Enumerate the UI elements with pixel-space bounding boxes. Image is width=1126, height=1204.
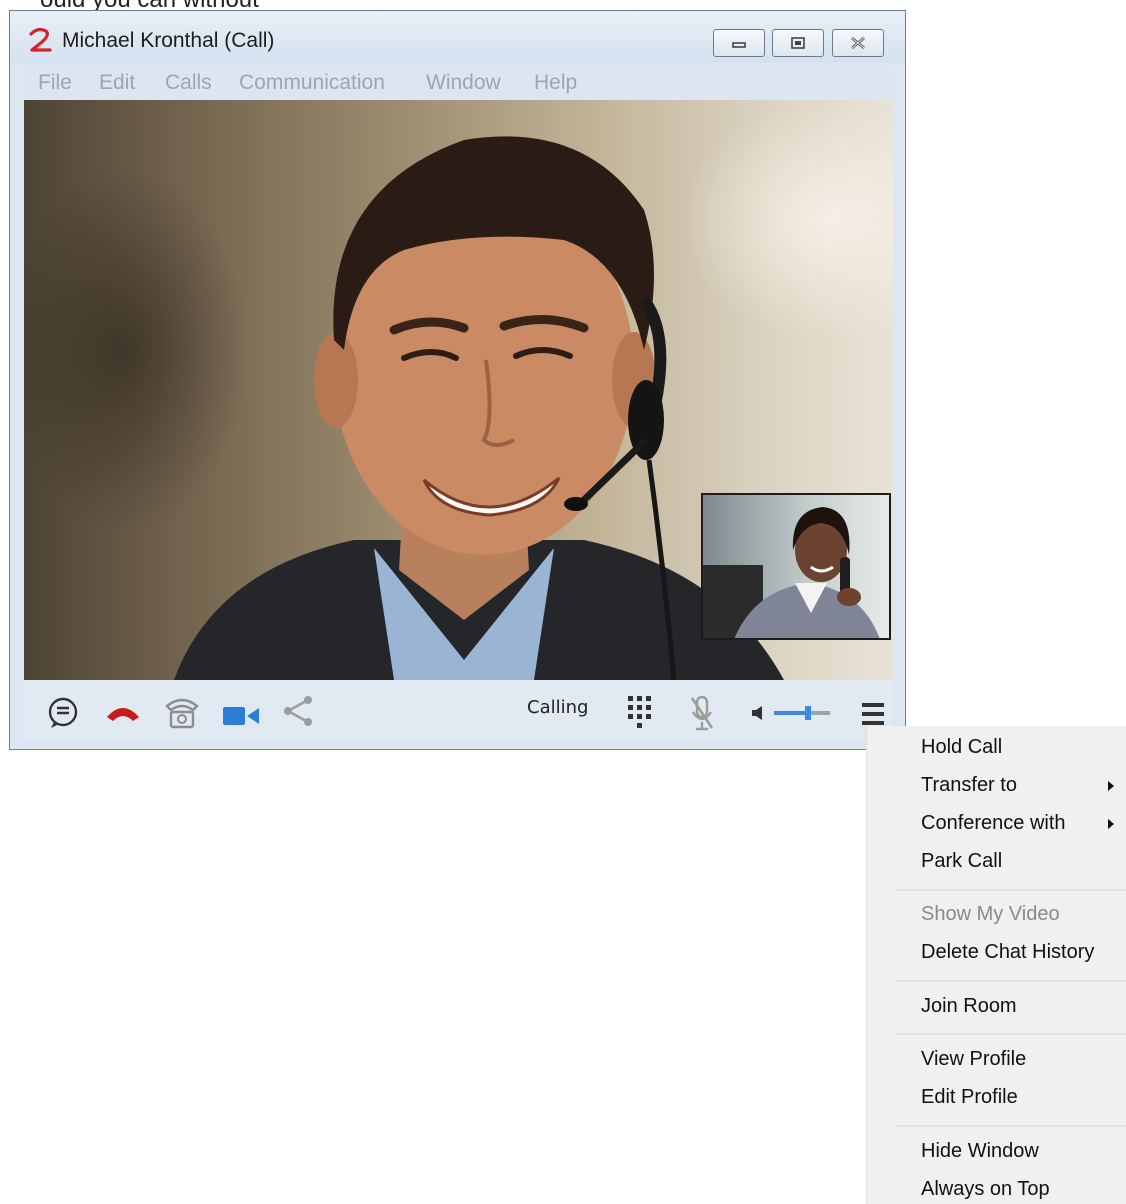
menu-edit[interactable]: Edit xyxy=(99,71,135,95)
close-button[interactable] xyxy=(832,29,884,57)
minimize-button[interactable] xyxy=(713,29,765,57)
minimize-icon xyxy=(732,42,746,48)
maximize-icon xyxy=(791,37,805,49)
menu-separator xyxy=(895,889,1126,891)
menu-calls[interactable]: Calls xyxy=(165,71,212,95)
menu-item-delete-chat-history[interactable]: Delete Chat History xyxy=(921,941,1094,964)
share-icon[interactable] xyxy=(280,693,316,729)
self-video-preview[interactable] xyxy=(701,493,891,640)
phone-icon[interactable] xyxy=(163,696,201,730)
title-bar: Michael Kronthal (Call) xyxy=(10,11,905,63)
menu-item-conference-with[interactable]: Conference with xyxy=(921,812,1066,835)
menu-window[interactable]: Window xyxy=(426,71,501,95)
more-options-menu-icon[interactable] xyxy=(860,701,886,727)
menu-communication[interactable]: Communication xyxy=(239,71,385,95)
remote-video xyxy=(24,100,893,680)
call-toolbar: Calling xyxy=(24,680,893,740)
menu-item-hold-call[interactable]: Hold Call xyxy=(921,736,1002,759)
menu-item-transfer-to[interactable]: Transfer to xyxy=(921,774,1017,797)
mute-microphone-icon[interactable] xyxy=(688,694,716,732)
video-camera-icon[interactable] xyxy=(222,705,262,727)
menu-item-always-on-top[interactable]: Always on Top xyxy=(921,1178,1050,1201)
menu-separator xyxy=(895,1125,1126,1127)
close-icon xyxy=(851,37,865,49)
menu-bar: File Edit Calls Communication Window Hel… xyxy=(24,67,891,101)
volume-speaker-icon xyxy=(752,706,762,720)
self-video-person xyxy=(703,507,880,638)
hangup-icon[interactable] xyxy=(103,701,143,725)
volume-slider[interactable] xyxy=(772,704,832,722)
maximize-button[interactable] xyxy=(772,29,824,57)
dialpad-icon[interactable] xyxy=(625,693,655,731)
call-status: Calling xyxy=(527,697,589,718)
submenu-arrow-icon xyxy=(1108,819,1114,829)
call-window: Michael Kronthal (Call) File Edit Calls … xyxy=(9,10,906,750)
menu-item-park-call[interactable]: Park Call xyxy=(921,850,1002,873)
menu-item-edit-profile[interactable]: Edit Profile xyxy=(921,1086,1018,1109)
menu-separator xyxy=(895,1033,1126,1035)
menu-file[interactable]: File xyxy=(38,71,72,95)
window-title: Michael Kronthal (Call) xyxy=(62,29,275,52)
menu-help[interactable]: Help xyxy=(534,71,577,95)
menu-item-hide-window[interactable]: Hide Window xyxy=(921,1140,1039,1163)
app-logo-icon xyxy=(29,27,52,52)
menu-item-join-room[interactable]: Join Room xyxy=(921,995,1017,1018)
menu-separator xyxy=(895,980,1126,982)
chat-icon[interactable] xyxy=(46,697,80,729)
menu-item-show-my-video: Show My Video xyxy=(921,903,1060,925)
menu-item-view-profile[interactable]: View Profile xyxy=(921,1048,1026,1071)
call-context-menu: Hold Call Transfer to Conference with Pa… xyxy=(866,726,1126,1204)
submenu-arrow-icon xyxy=(1108,781,1114,791)
